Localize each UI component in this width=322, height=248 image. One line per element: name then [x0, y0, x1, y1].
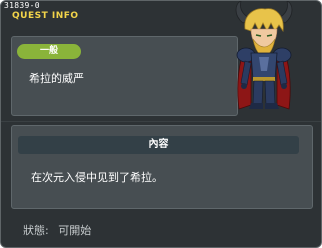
status-value: 可開始 [58, 224, 92, 237]
content-header: 內容 [18, 136, 299, 154]
content-description: 在次元入侵中见到了希拉。 [31, 171, 163, 184]
status-label: 狀態: [23, 224, 49, 237]
quest-id: 31839-0 [4, 1, 40, 10]
window-title: QUEST INFO [12, 11, 79, 21]
quest-info-window: 31839-0 QUEST INFO 一般 希拉的威严 內容 在次元入侵中见到了… [0, 0, 322, 248]
status-row: 狀態: 可開始 [23, 222, 97, 238]
quest-name: 希拉的威严 [29, 72, 84, 85]
category-badge: 一般 [17, 44, 81, 59]
npc-portrait [235, 1, 293, 110]
section-divider [1, 121, 321, 122]
